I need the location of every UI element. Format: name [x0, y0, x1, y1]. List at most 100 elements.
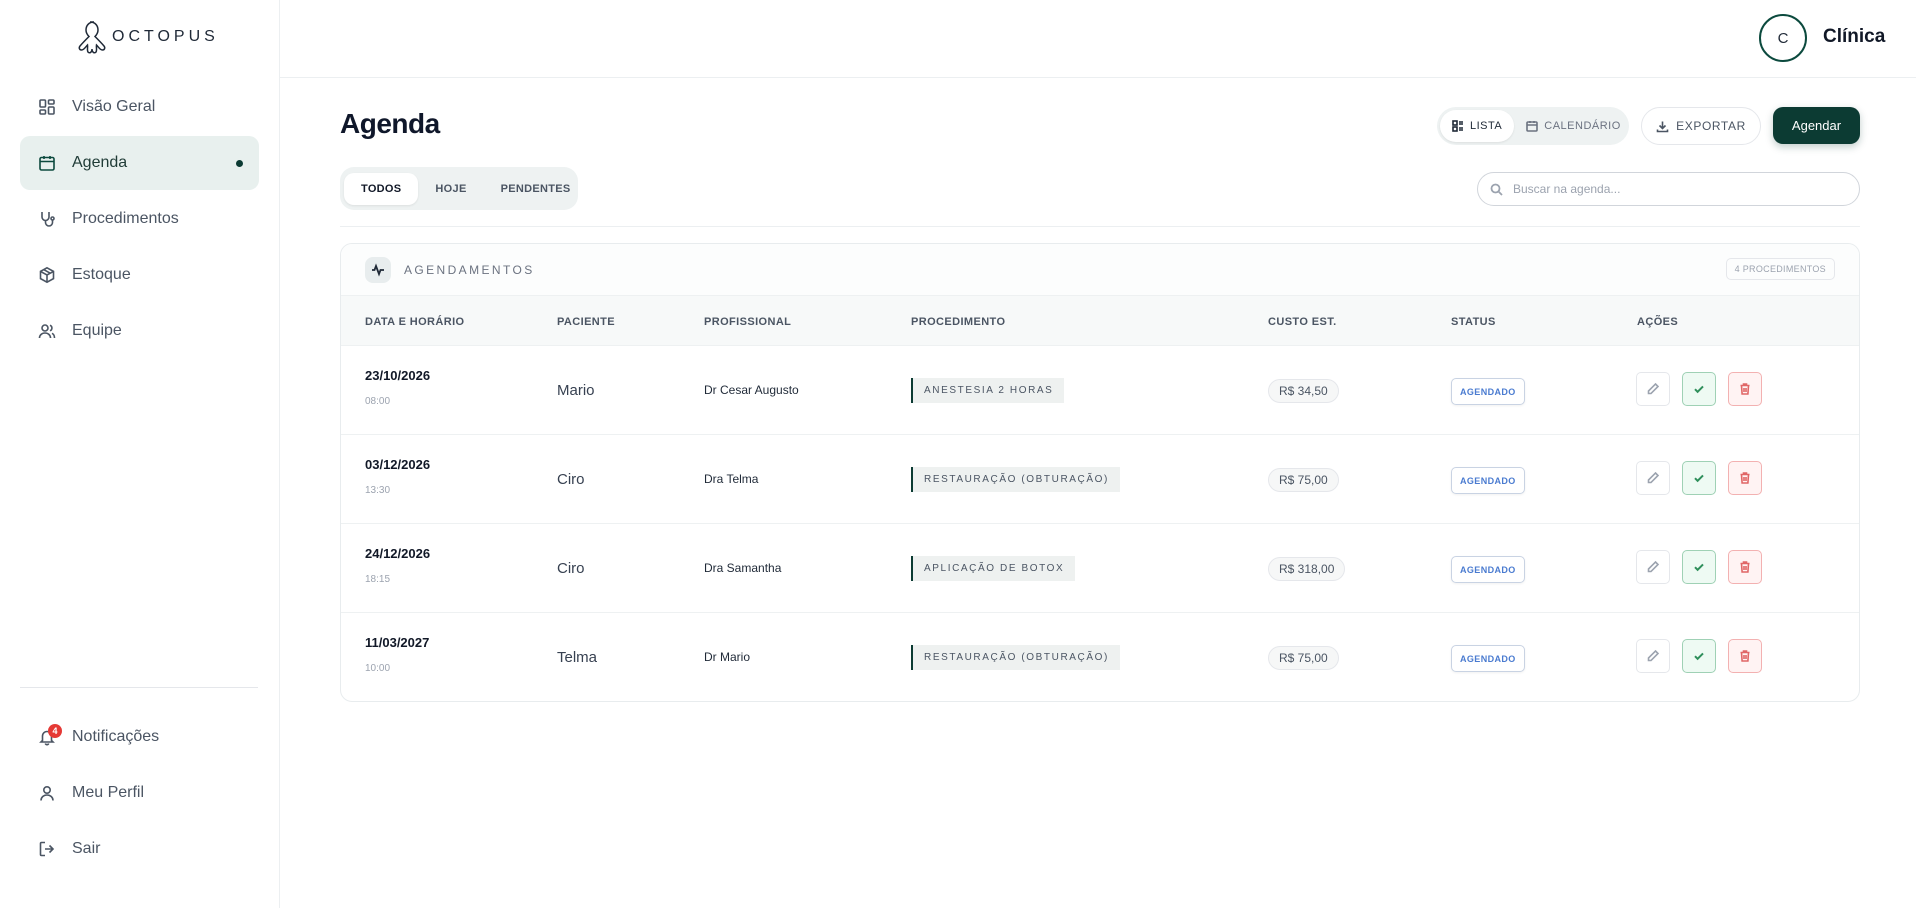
professional-name: Dra Samantha	[704, 561, 782, 575]
edit-button[interactable]	[1636, 372, 1670, 406]
appointment-date: 03/12/2026	[365, 457, 431, 472]
table-row[interactable]: 03/12/2026 13:30 Ciro Dra Telma RESTAURA…	[341, 435, 1859, 524]
sidebar-item-procedimentos[interactable]: Procedimentos	[20, 192, 259, 246]
octopus-logo[interactable]: OCTOPUS	[76, 18, 219, 56]
avatar[interactable]: C	[1759, 14, 1807, 62]
sidebar-item-label: Sair	[72, 840, 101, 857]
check-icon	[1694, 563, 1704, 572]
status-badge: AGENDADO	[1451, 467, 1525, 494]
table-row[interactable]: 23/10/2026 08:00 Mario Dr Cesar Augusto …	[341, 346, 1859, 435]
delete-button[interactable]	[1728, 372, 1762, 406]
appointments-card: AGENDAMENTOS 4 PROCEDIMENTOS DATA E HORÁ…	[340, 243, 1860, 702]
sidebar-item-label: Agenda	[72, 154, 128, 171]
appointment-time: 08:00	[365, 396, 391, 407]
trash-icon	[1740, 650, 1750, 662]
patient-name: Ciro	[557, 471, 585, 488]
list-icon	[1452, 120, 1463, 132]
confirm-button[interactable]	[1682, 550, 1716, 584]
table-row[interactable]: 11/03/2027 10:00 Telma Dr Mario RESTAURA…	[341, 613, 1859, 701]
search-box	[1477, 172, 1860, 206]
trash-icon	[1740, 383, 1750, 395]
export-label: EXPORTAR	[1676, 119, 1746, 133]
sidebar-divider	[20, 687, 258, 688]
delete-button[interactable]	[1728, 461, 1762, 495]
filter-tabs: TODOS HOJE PENDENTES	[340, 167, 578, 210]
view-calendar-label: CALENDÁRIO	[1544, 120, 1621, 132]
status-badge: AGENDADO	[1451, 645, 1525, 672]
schedule-button[interactable]: Agendar	[1773, 107, 1860, 144]
view-toggle: LISTA CALENDÁRIO	[1437, 107, 1629, 145]
appointment-time: 10:00	[365, 663, 391, 674]
pencil-icon	[1647, 382, 1660, 395]
patient-name: Mario	[557, 382, 595, 399]
delete-button[interactable]	[1728, 639, 1762, 673]
cost-pill: R$ 75,00	[1268, 646, 1339, 670]
user-icon	[38, 784, 56, 802]
pencil-icon	[1647, 649, 1660, 662]
cost-pill: R$ 318,00	[1268, 557, 1346, 581]
sidebar-item-label: Notificações	[72, 728, 160, 745]
column-header-status: STATUS	[1451, 316, 1496, 328]
status-badge: AGENDADO	[1451, 378, 1525, 405]
patient-name: Telma	[557, 649, 598, 666]
table-header: DATA E HORÁRIO PACIENTE PROFISSIONAL PRO…	[341, 295, 1859, 346]
appointment-date: 24/12/2026	[365, 546, 431, 561]
column-header-professional: PROFISSIONAL	[704, 316, 792, 328]
confirm-button[interactable]	[1682, 461, 1716, 495]
trash-icon	[1740, 472, 1750, 484]
check-icon	[1694, 652, 1704, 661]
check-icon	[1694, 474, 1704, 483]
count-badge: 4 PROCEDIMENTOS	[1725, 258, 1835, 280]
notification-badge: 4	[48, 724, 62, 738]
sidebar-item-equipe[interactable]: Equipe	[20, 304, 259, 358]
edit-button[interactable]	[1636, 639, 1670, 673]
column-header-procedure: PROCEDIMENTO	[911, 316, 1006, 328]
sidebar-item-label: Equipe	[72, 322, 122, 339]
download-icon	[1656, 121, 1669, 132]
column-header-date: DATA E HORÁRIO	[365, 316, 465, 328]
calendar-icon	[1526, 121, 1539, 132]
procedure-tag: APLICAÇÃO DE BOTOX	[911, 556, 1076, 581]
view-list-button[interactable]: LISTA	[1440, 110, 1515, 142]
card-header: AGENDAMENTOS 4 PROCEDIMENTOS	[341, 244, 1859, 295]
procedure-tag: RESTAURAÇÃO (OBTURAÇÃO)	[911, 467, 1120, 492]
sidebar-item-agenda[interactable]: Agenda	[20, 136, 259, 190]
sidebar-item-sair[interactable]: Sair	[20, 822, 259, 876]
edit-button[interactable]	[1636, 461, 1670, 495]
appointment-date: 11/03/2027	[365, 635, 430, 650]
tab-todos[interactable]: TODOS	[344, 172, 419, 205]
tab-pendentes[interactable]: PENDENTES	[484, 173, 588, 205]
sidebar-item-visao-geral[interactable]: Visão Geral	[20, 80, 259, 134]
search-input[interactable]	[1513, 182, 1833, 196]
tab-hoje[interactable]: HOJE	[418, 173, 483, 205]
check-icon	[1694, 385, 1704, 394]
page-title: Agenda	[340, 108, 440, 139]
logout-icon	[38, 840, 56, 858]
cost-pill: R$ 34,50	[1268, 379, 1339, 403]
sidebar-item-meu-perfil[interactable]: Meu Perfil	[20, 766, 259, 820]
edit-button[interactable]	[1636, 550, 1670, 584]
professional-name: Dr Cesar Augusto	[704, 383, 799, 397]
box-icon	[38, 266, 56, 284]
view-calendar-button[interactable]: CALENDÁRIO	[1514, 110, 1633, 142]
sidebar-item-estoque[interactable]: Estoque	[20, 248, 259, 302]
procedure-tag: RESTAURAÇÃO (OBTURAÇÃO)	[911, 645, 1120, 670]
cost-pill: R$ 75,00	[1268, 468, 1339, 492]
delete-button[interactable]	[1728, 550, 1762, 584]
secondary-nav: 4 Notificações Meu Perfil Sair	[20, 710, 259, 878]
trash-icon	[1740, 561, 1750, 573]
table-row[interactable]: 24/12/2026 18:15 Ciro Dra Samantha APLIC…	[341, 524, 1859, 613]
export-button[interactable]: EXPORTAR	[1641, 107, 1761, 145]
main-nav: Visão Geral Agenda Procedimentos Estoque	[20, 80, 259, 360]
professional-name: Dra Telma	[704, 472, 759, 486]
stethoscope-icon	[38, 210, 56, 228]
confirm-button[interactable]	[1682, 372, 1716, 406]
pencil-icon	[1647, 560, 1660, 573]
sidebar-item-notificacoes[interactable]: 4 Notificações	[20, 710, 259, 764]
octopus-logo-icon	[78, 21, 106, 54]
sidebar: OCTOPUS Visão Geral Agenda Procedimentos	[0, 0, 280, 908]
confirm-button[interactable]	[1682, 639, 1716, 673]
view-list-label: LISTA	[1470, 120, 1503, 132]
search-icon	[1490, 183, 1503, 196]
table-body: 23/10/2026 08:00 Mario Dr Cesar Augusto …	[341, 346, 1859, 701]
